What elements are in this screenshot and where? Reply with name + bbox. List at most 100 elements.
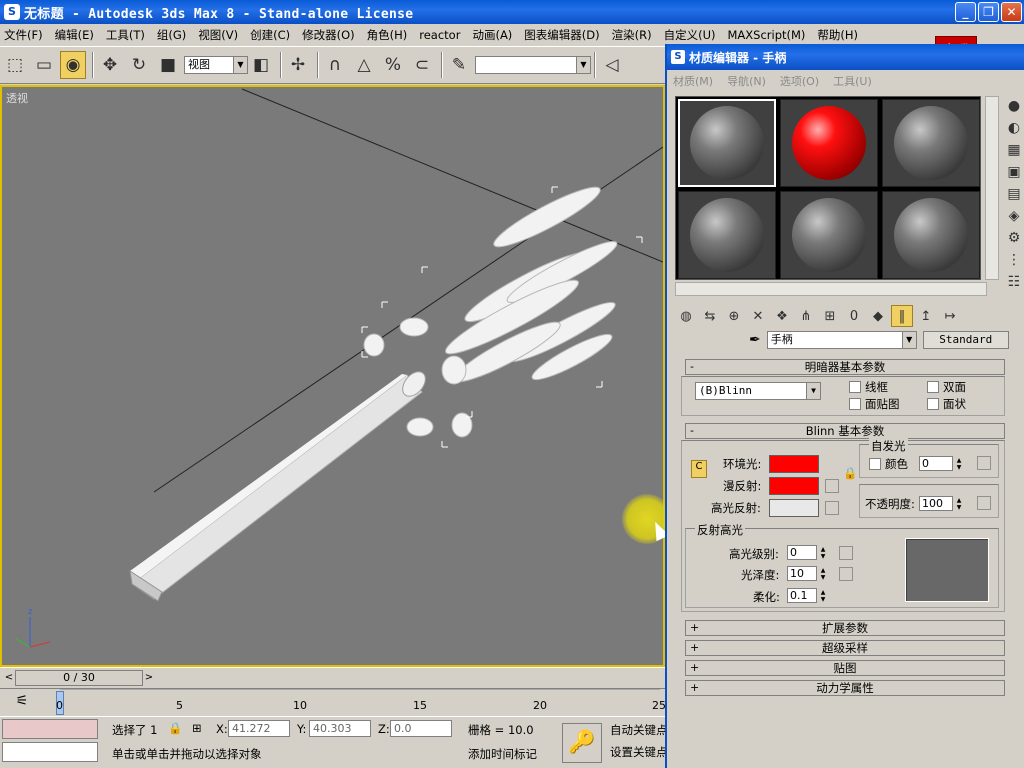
material-effects-channel-icon[interactable]: 0 [843, 305, 865, 327]
absolute-mode-icon[interactable]: ⊞ [192, 721, 202, 735]
shader-type-select[interactable]: (B)Blinn ▼ [695, 382, 821, 400]
go-forward-to-sibling-icon[interactable]: ↦ [939, 305, 961, 327]
glossiness-map-button[interactable] [839, 567, 853, 581]
maximize-button[interactable]: ❐ [978, 2, 999, 22]
pivot-icon[interactable]: ◧ [248, 51, 274, 79]
menu-help[interactable]: 帮助(H) [817, 27, 858, 43]
opacity-map-button[interactable] [977, 496, 991, 510]
menu-utilities[interactable]: 工具(U) [833, 73, 872, 89]
sample-slot-1[interactable] [678, 99, 776, 187]
lock-icon[interactable]: 🔒 [843, 466, 857, 480]
self-illum-color-checkbox[interactable] [869, 458, 881, 470]
put-to-library-icon[interactable]: ⊞ [819, 305, 841, 327]
rollout-maps[interactable]: + 贴图 [685, 660, 1005, 676]
select-by-name-icon[interactable]: ◉ [60, 51, 86, 79]
auto-key-button[interactable]: 自动关键点 [610, 722, 668, 738]
move-icon[interactable]: ✥ [97, 51, 123, 79]
glossiness-spinner[interactable]: 10 ▲ ▼ [787, 566, 825, 581]
menu-customize[interactable]: 自定义(U) [664, 27, 716, 43]
spinner-arrows-icon[interactable]: ▲ ▼ [818, 546, 828, 561]
menu-options[interactable]: 选项(O) [780, 73, 819, 89]
menu-navigation[interactable]: 导航(N) [727, 73, 766, 89]
lock-icon[interactable]: 🔒 [168, 721, 182, 735]
menu-group[interactable]: 组(G) [157, 27, 186, 43]
sample-slot-3[interactable] [882, 99, 980, 187]
self-illum-spinner[interactable]: 0 ▲ ▼ [919, 456, 961, 471]
perspective-viewport[interactable]: 透视 z [0, 85, 665, 667]
make-unique-icon[interactable]: ⋔ [795, 305, 817, 327]
menu-edit[interactable]: 编辑(E) [55, 27, 94, 43]
menu-maxscript[interactable]: MAXScript(M) [727, 28, 805, 42]
assign-to-selection-icon[interactable]: ⊕ [723, 305, 745, 327]
x-coordinate-field[interactable]: 41.272 [228, 720, 290, 737]
spinner-arrows-icon[interactable]: ▲ ▼ [818, 589, 828, 604]
two-sided-checkbox[interactable] [927, 381, 939, 393]
select-object-icon[interactable]: ⬚ [2, 51, 28, 79]
soften-spinner[interactable]: 0.1 ▲ ▼ [787, 588, 825, 603]
faceted-checkbox[interactable] [927, 398, 939, 410]
menu-character[interactable]: 角色(H) [367, 27, 408, 43]
track-bar[interactable]: ⚟ 0 5 10 15 20 25 [0, 688, 666, 716]
material-name-field[interactable]: 手柄 ▼ [766, 331, 917, 349]
backlight-icon[interactable]: ◐ [1003, 118, 1024, 138]
pick-material-icon[interactable]: ✒ [749, 332, 761, 348]
menu-rendering[interactable]: 渲染(R) [612, 27, 652, 43]
specular-level-spinner[interactable]: 0 ▲ ▼ [787, 545, 825, 560]
close-button[interactable]: ✕ [1001, 2, 1022, 22]
specular-map-button[interactable] [825, 501, 839, 515]
next-frame-button[interactable]: > [143, 670, 155, 686]
sample-slot-6[interactable] [882, 191, 980, 279]
self-illum-map-button[interactable] [977, 456, 991, 470]
spinner-snap-icon[interactable]: ⊂ [409, 51, 435, 79]
reset-map-icon[interactable]: ✕ [747, 305, 769, 327]
ambient-color-swatch[interactable] [769, 455, 819, 473]
go-to-parent-icon[interactable]: ↥ [915, 305, 937, 327]
select-region-icon[interactable]: ▭ [31, 51, 57, 79]
lock-ambient-diffuse-icon[interactable]: C [691, 460, 707, 478]
mirror-icon[interactable]: ◁ [599, 51, 625, 79]
key-icon[interactable]: 🔑 [562, 723, 602, 763]
menu-views[interactable]: 视图(V) [198, 27, 238, 43]
curve-editor-icon[interactable]: ⚟ [10, 693, 34, 713]
rotate-icon[interactable]: ↻ [126, 51, 152, 79]
maxscript-listener[interactable] [2, 719, 98, 739]
diffuse-color-swatch[interactable] [769, 477, 819, 495]
z-coordinate-field[interactable]: 0.0 [390, 720, 452, 737]
set-key-button[interactable]: 设置关键点 [610, 744, 668, 760]
rollout-extended-parameters[interactable]: + 扩展参数 [685, 620, 1005, 636]
minimize-button[interactable]: _ [955, 2, 976, 22]
spinner-arrows-icon[interactable]: ▲ ▼ [954, 457, 964, 472]
angle-snap-icon[interactable]: △ [351, 51, 377, 79]
maxscript-mini-input[interactable] [2, 742, 98, 762]
menu-material[interactable]: 材质(M) [673, 73, 713, 89]
spinner-arrows-icon[interactable]: ▲ ▼ [954, 497, 964, 512]
make-copy-icon[interactable]: ❖ [771, 305, 793, 327]
face-map-checkbox[interactable] [849, 398, 861, 410]
reference-coord-select[interactable]: 视图 ▼ [184, 56, 248, 74]
menu-modifiers[interactable]: 修改器(O) [302, 27, 355, 43]
sample-slot-4[interactable] [678, 191, 776, 279]
rollout-blinn-basic[interactable]: - Blinn 基本参数 [685, 423, 1005, 439]
percent-snap-icon[interactable]: % [380, 51, 406, 79]
select-manipulate-icon[interactable]: ✢ [285, 51, 311, 79]
opacity-spinner[interactable]: 100 ▲ ▼ [919, 496, 961, 511]
y-coordinate-field[interactable]: 40.303 [309, 720, 371, 737]
menu-file[interactable]: 文件(F) [4, 27, 43, 43]
specular-color-swatch[interactable] [769, 499, 819, 517]
sample-type-icon[interactable]: ● [1003, 96, 1024, 116]
show-end-result-icon[interactable]: ‖ [891, 305, 913, 327]
select-by-material-icon[interactable]: ⋮ [1003, 250, 1024, 270]
menu-create[interactable]: 创建(C) [250, 27, 290, 43]
menu-reactor[interactable]: reactor [419, 28, 460, 42]
add-time-tag-button[interactable]: 添加时间标记 [468, 746, 537, 762]
menu-graph-editors[interactable]: 图表编辑器(D) [524, 27, 599, 43]
sample-slot-2[interactable] [780, 99, 878, 187]
options-icon[interactable]: ⚙ [1003, 228, 1024, 248]
slots-vertical-scrollbar[interactable] [985, 96, 999, 280]
rollout-shader-basic[interactable]: - 明暗器基本参数 [685, 359, 1005, 375]
rollout-dynamics-properties[interactable]: + 动力学属性 [685, 680, 1005, 696]
rollout-supersampling[interactable]: + 超级采样 [685, 640, 1005, 656]
named-selection-sets[interactable]: ▼ [475, 56, 591, 74]
prev-frame-button[interactable]: < [3, 670, 15, 686]
diffuse-map-button[interactable] [825, 479, 839, 493]
